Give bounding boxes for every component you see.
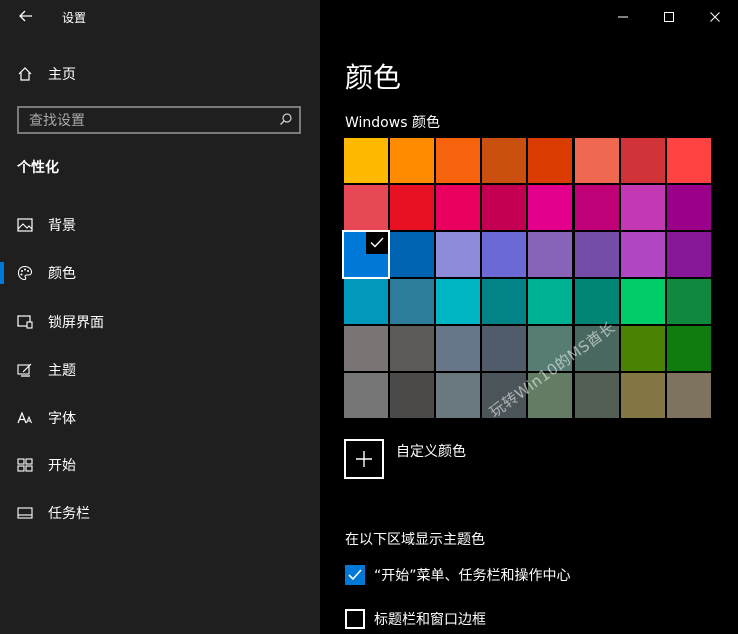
custom-color-label: 自定义颜色 bbox=[396, 444, 466, 460]
selected-check-icon bbox=[366, 232, 388, 254]
sidebar-item-label: 颜色 bbox=[48, 266, 76, 282]
color-swatch[interactable] bbox=[667, 232, 711, 277]
checkbox-label: 标题栏和窗口边框 bbox=[374, 612, 486, 628]
checkbox[interactable] bbox=[345, 609, 365, 629]
search-input[interactable] bbox=[27, 110, 281, 132]
sidebar-item-taskbar[interactable]: 任务栏 bbox=[16, 501, 90, 525]
color-swatch[interactable] bbox=[621, 326, 665, 371]
color-swatch[interactable] bbox=[482, 185, 526, 230]
color-swatch[interactable] bbox=[482, 279, 526, 324]
active-indicator bbox=[0, 262, 4, 284]
custom-color-button[interactable]: 自定义颜色 bbox=[344, 439, 466, 479]
checkmark-icon bbox=[348, 569, 362, 581]
color-swatch[interactable] bbox=[344, 138, 388, 183]
color-swatch[interactable] bbox=[621, 185, 665, 230]
color-swatch[interactable] bbox=[667, 138, 711, 183]
color-swatch[interactable] bbox=[344, 326, 388, 371]
color-swatch[interactable] bbox=[390, 232, 434, 277]
color-swatch[interactable] bbox=[482, 232, 526, 277]
color-swatch[interactable] bbox=[621, 232, 665, 277]
palette-icon bbox=[16, 264, 34, 282]
section-title: 个性化 bbox=[17, 160, 59, 176]
sidebar-item-themes[interactable]: 主题 bbox=[16, 358, 76, 382]
sidebar-item-colors[interactable]: 颜色 bbox=[16, 261, 76, 285]
color-swatch[interactable] bbox=[667, 326, 711, 371]
app-title: 设置 bbox=[62, 11, 87, 25]
color-swatch[interactable] bbox=[575, 185, 619, 230]
windows-colors-heading: Windows 颜色 bbox=[345, 115, 440, 131]
color-swatch[interactable] bbox=[528, 185, 572, 230]
checkbox[interactable] bbox=[345, 565, 365, 585]
sidebar-item-label: 主题 bbox=[48, 363, 76, 379]
sidebar-item-home[interactable]: 主页 bbox=[16, 62, 76, 86]
font-icon bbox=[16, 409, 34, 427]
color-swatch[interactable] bbox=[667, 373, 711, 418]
page-title: 颜色 bbox=[345, 61, 402, 94]
color-swatch[interactable] bbox=[528, 138, 572, 183]
taskbar-icon bbox=[16, 504, 34, 522]
color-swatch[interactable] bbox=[575, 138, 619, 183]
color-swatch[interactable] bbox=[344, 185, 388, 230]
maximize-icon bbox=[664, 12, 674, 22]
sidebar-item-start[interactable]: 开始 bbox=[16, 453, 76, 477]
color-swatch[interactable] bbox=[621, 373, 665, 418]
checkbox-title-bars[interactable]: 标题栏和窗口边框 bbox=[345, 609, 486, 629]
sidebar-item-label: 主页 bbox=[48, 67, 76, 83]
sidebar-item-lock-screen[interactable]: 锁屏界面 bbox=[16, 310, 104, 334]
sidebar-item-background[interactable]: 背景 bbox=[16, 213, 76, 237]
color-swatch[interactable] bbox=[667, 185, 711, 230]
color-swatch[interactable] bbox=[621, 279, 665, 324]
color-swatch[interactable] bbox=[436, 326, 480, 371]
settings-sidebar: 设置 主页 个性化 背景 颜色 锁屏界面 主题 bbox=[0, 0, 320, 634]
color-swatch[interactable] bbox=[436, 279, 480, 324]
checkbox-label: “开始”菜单、任务栏和操作中心 bbox=[374, 568, 571, 584]
color-swatch[interactable] bbox=[528, 232, 572, 277]
sidebar-item-fonts[interactable]: 字体 bbox=[16, 406, 76, 430]
maximize-button[interactable] bbox=[656, 5, 682, 29]
minimize-button[interactable] bbox=[610, 5, 636, 29]
color-swatch[interactable] bbox=[482, 326, 526, 371]
minimize-icon bbox=[618, 16, 628, 18]
color-swatch[interactable] bbox=[667, 279, 711, 324]
color-swatch[interactable] bbox=[436, 232, 480, 277]
color-swatch[interactable] bbox=[344, 279, 388, 324]
color-swatch[interactable] bbox=[436, 138, 480, 183]
color-swatch[interactable] bbox=[390, 138, 434, 183]
color-swatch[interactable] bbox=[390, 373, 434, 418]
color-swatch[interactable] bbox=[436, 185, 480, 230]
color-swatch[interactable] bbox=[575, 279, 619, 324]
home-icon bbox=[16, 65, 34, 83]
start-tiles-icon bbox=[16, 456, 34, 474]
color-swatch[interactable] bbox=[344, 373, 388, 418]
color-swatch[interactable] bbox=[528, 279, 572, 324]
close-button[interactable] bbox=[702, 5, 728, 29]
color-swatch[interactable] bbox=[342, 230, 390, 279]
color-swatch[interactable] bbox=[575, 232, 619, 277]
sidebar-item-label: 开始 bbox=[48, 458, 76, 474]
theme-brush-icon bbox=[16, 361, 34, 379]
color-swatch[interactable] bbox=[621, 138, 665, 183]
back-arrow-icon bbox=[19, 10, 32, 22]
picture-icon bbox=[16, 216, 34, 234]
sidebar-item-label: 字体 bbox=[48, 411, 76, 427]
main-content: 颜色 Windows 颜色 玩转Win10的MS酋长 自定义颜色 在以下区域显示… bbox=[320, 0, 738, 634]
color-swatch[interactable] bbox=[436, 373, 480, 418]
add-icon bbox=[344, 439, 384, 479]
sidebar-item-label: 背景 bbox=[48, 218, 76, 234]
back-button[interactable] bbox=[14, 6, 38, 28]
show-accent-heading: 在以下区域显示主题色 bbox=[345, 532, 485, 548]
color-swatch[interactable] bbox=[390, 326, 434, 371]
sidebar-item-label: 锁屏界面 bbox=[48, 315, 104, 331]
color-swatch[interactable] bbox=[575, 373, 619, 418]
checkbox-start-taskbar-action-center[interactable]: “开始”菜单、任务栏和操作中心 bbox=[345, 565, 571, 585]
sidebar-item-label: 任务栏 bbox=[48, 506, 90, 522]
search-box[interactable] bbox=[17, 106, 301, 134]
color-swatch[interactable] bbox=[482, 138, 526, 183]
color-swatch[interactable] bbox=[390, 279, 434, 324]
close-icon bbox=[710, 12, 720, 22]
search-icon[interactable] bbox=[279, 112, 293, 126]
color-swatch[interactable] bbox=[390, 185, 434, 230]
lock-screen-icon bbox=[16, 313, 34, 331]
